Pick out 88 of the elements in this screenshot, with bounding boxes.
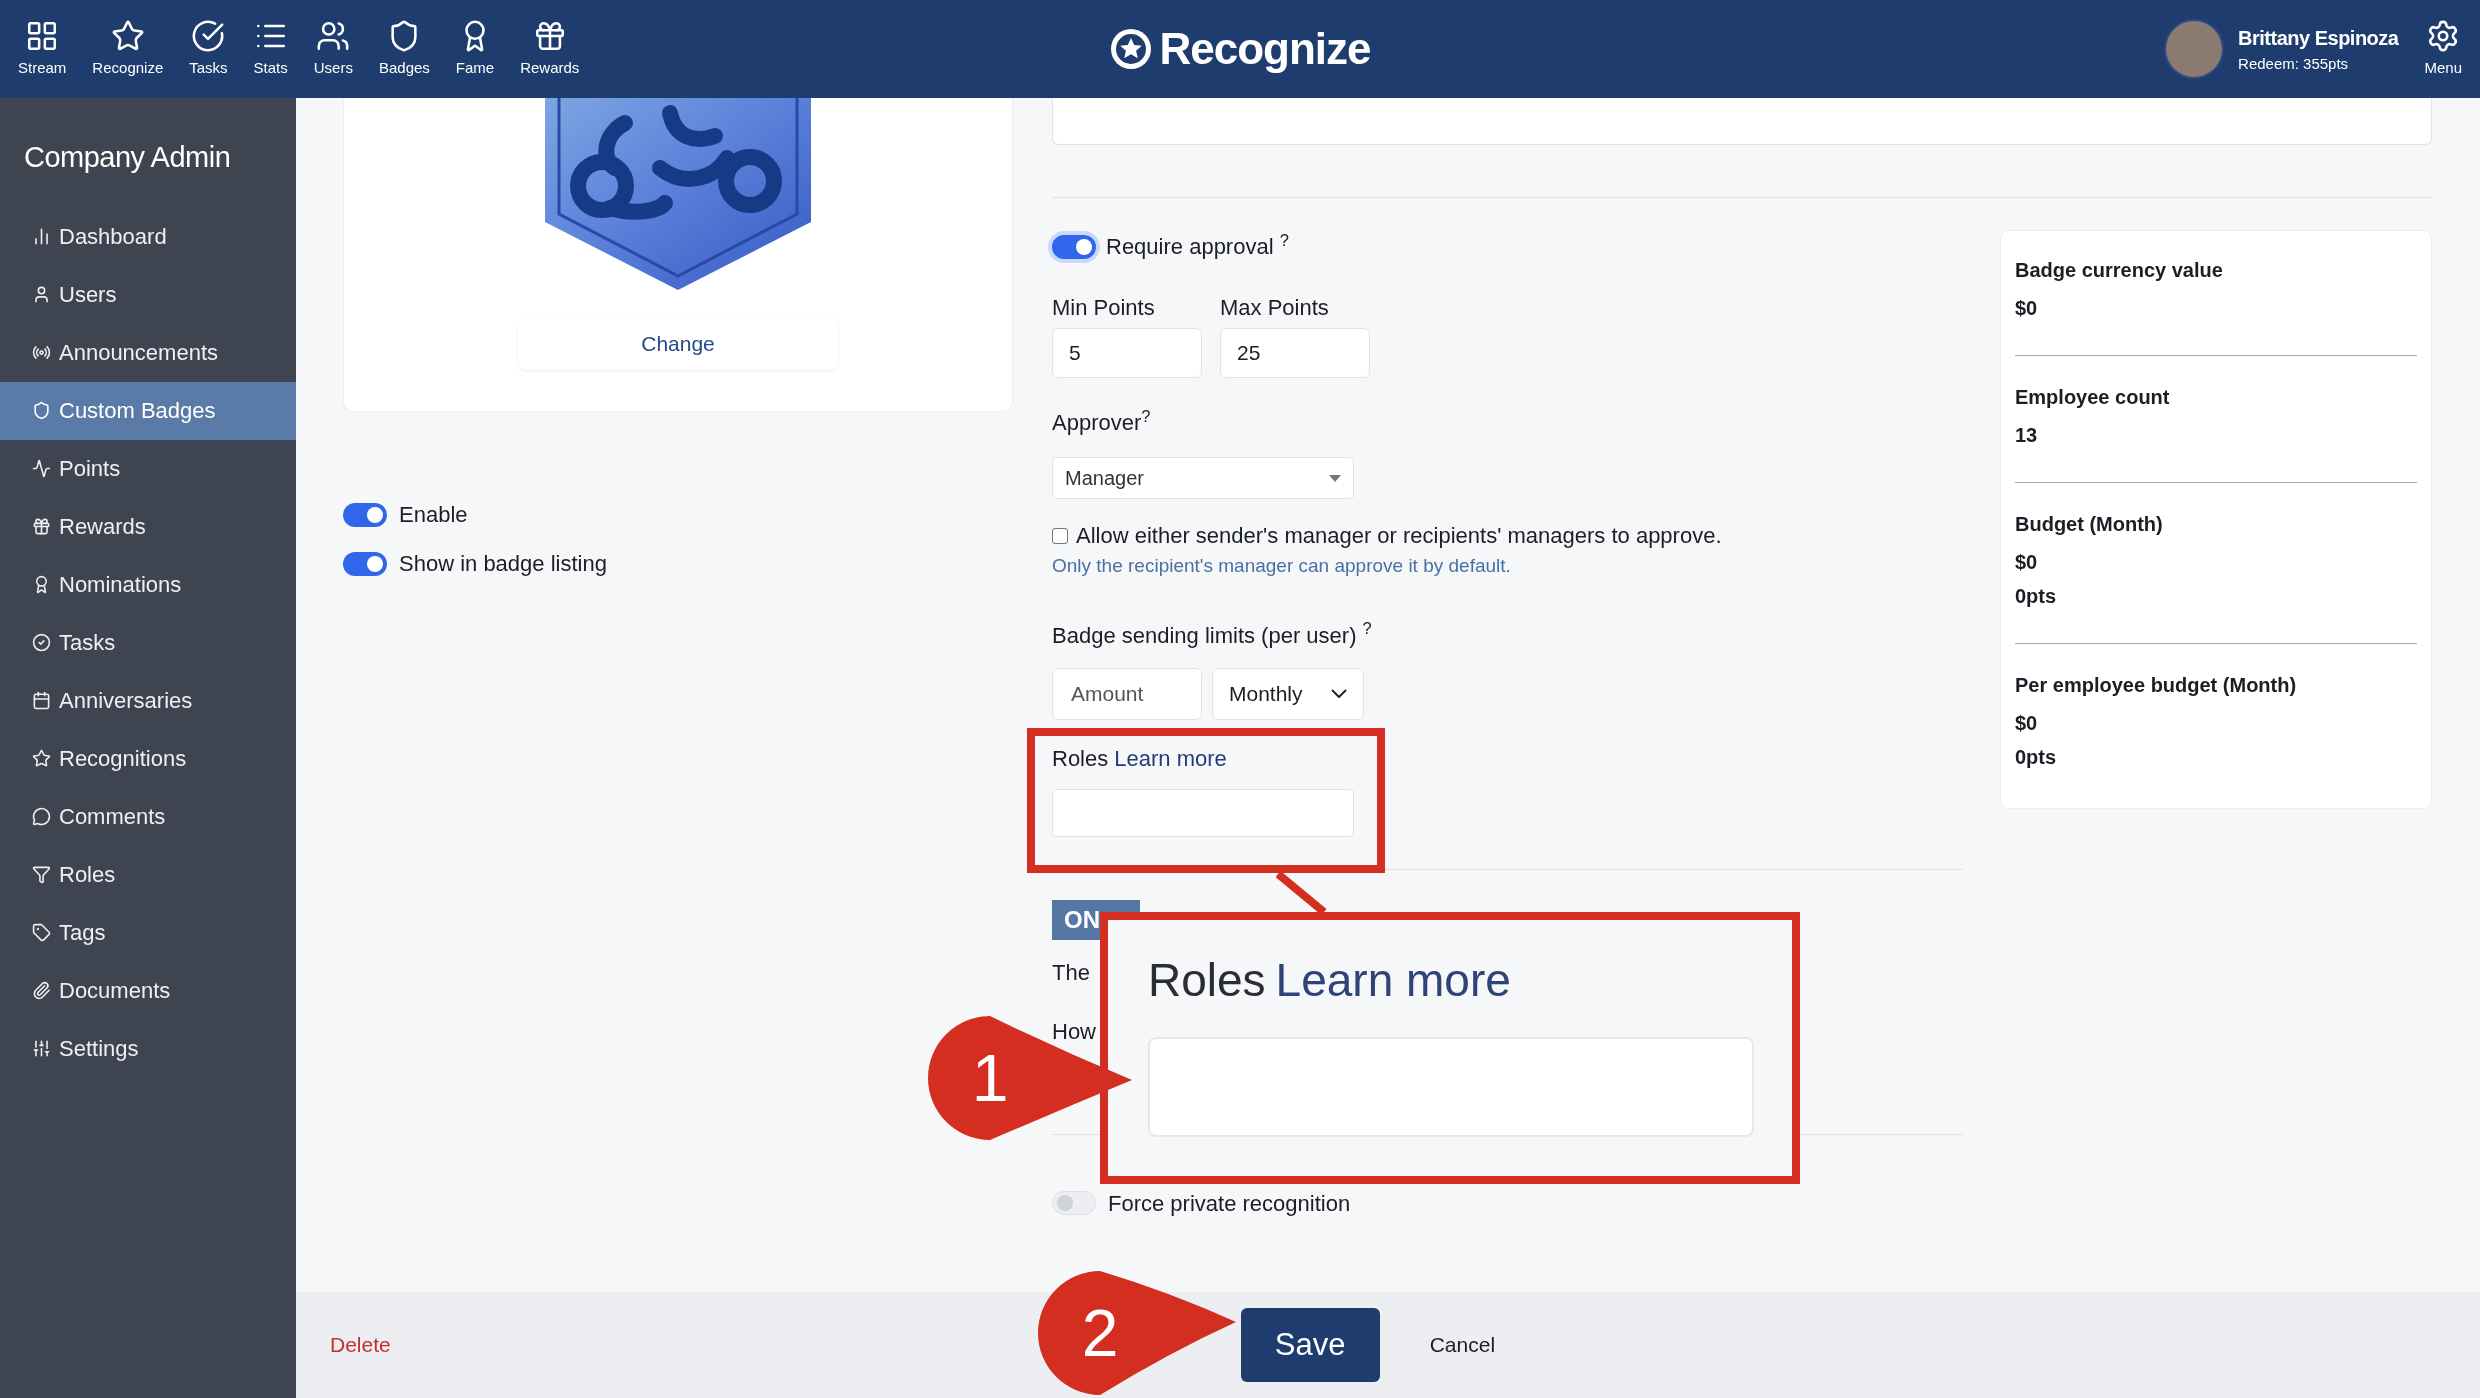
- toggle-switch[interactable]: [343, 551, 387, 576]
- panel-value: $0: [2015, 297, 2039, 319]
- filter-icon: [32, 865, 51, 884]
- roles-field[interactable]: [1052, 788, 1354, 837]
- toggle-label: Force private recognition: [1108, 1189, 1351, 1218]
- nav-item[interactable]: Rewards: [516, 18, 584, 80]
- nav-item[interactable]: Stream: [14, 18, 71, 80]
- menu-button[interactable]: Menu: [2424, 18, 2462, 80]
- toggle-switch[interactable]: [1052, 1191, 1096, 1215]
- max-points-field[interactable]: 25: [1220, 328, 1370, 378]
- star-icon: [32, 749, 51, 768]
- nav-item[interactable]: Stats: [249, 18, 292, 80]
- bar-chart-icon: [32, 227, 51, 246]
- check-circle-icon: [191, 18, 226, 53]
- sidebar-item[interactable]: Anniversaries: [0, 671, 296, 730]
- user-icon: [32, 285, 51, 304]
- nav-item[interactable]: Fame: [451, 18, 499, 80]
- chevron-down-icon: [1331, 689, 1347, 698]
- callout-number: 2: [1080, 1295, 1120, 1372]
- nav-item[interactable]: Badges: [374, 18, 434, 80]
- pulse-icon: [32, 459, 51, 478]
- check-circle-icon: [32, 633, 51, 652]
- toggle-switch[interactable]: [343, 502, 387, 527]
- toggle-label: Show in badge listing: [399, 550, 607, 578]
- panel-value: 0pts: [2015, 746, 2058, 768]
- tag-icon: [32, 923, 51, 942]
- description-text: How: [1052, 1017, 1096, 1046]
- panel-value: 0pts: [2015, 585, 2058, 607]
- sidebar-item[interactable]: Tasks: [0, 613, 296, 672]
- description-text: The: [1052, 958, 1090, 987]
- toggle-label: Enable: [399, 501, 468, 529]
- panel-value: $0: [2015, 551, 2039, 573]
- approver-label: Approver$^{?}$: [1052, 406, 1152, 437]
- calendar-icon: [32, 691, 51, 710]
- panel-value: 13: [2015, 424, 2039, 446]
- sidebar-item[interactable]: Nominations: [0, 555, 296, 614]
- sidebar-item[interactable]: Custom Badges: [0, 381, 296, 440]
- points-balance: Redeem: 355pts: [2238, 53, 2350, 74]
- shield-icon: [32, 401, 51, 420]
- panel-title: Employee count: [2015, 385, 2171, 410]
- gift-icon: [32, 517, 51, 536]
- sidebar-item[interactable]: Users: [0, 265, 296, 324]
- sidebar-item[interactable]: Tags: [0, 903, 296, 962]
- star-icon: [110, 18, 145, 53]
- star-circle-logo-icon: [1109, 27, 1154, 71]
- sidebar-item[interactable]: Roles: [0, 845, 296, 904]
- sliders-icon: [32, 1039, 51, 1058]
- sidebar-title: Company Admin: [23, 140, 232, 175]
- sidebar-item[interactable]: Comments: [0, 787, 296, 846]
- min-points-field[interactable]: 5: [1052, 328, 1202, 378]
- panel-title: Badge currency value: [2015, 258, 2224, 283]
- roles-label: Roles: [1052, 744, 1109, 773]
- paperclip-icon: [32, 981, 51, 1000]
- delete-button[interactable]: Delete: [318, 1323, 403, 1367]
- panel-value: $0: [2015, 712, 2039, 734]
- approver-select[interactable]: Manager: [1052, 457, 1354, 499]
- sidebar-item[interactable]: Announcements: [0, 323, 296, 382]
- sidebar-item[interactable]: Points: [0, 439, 296, 498]
- sidebar-item[interactable]: Settings: [0, 1019, 296, 1078]
- nav-item[interactable]: Tasks: [185, 18, 232, 80]
- sidebar-item[interactable]: Recognitions: [0, 729, 296, 788]
- sidebar-item[interactable]: Documents: [0, 961, 296, 1020]
- comment-icon: [32, 807, 51, 826]
- callout-number: 1: [970, 1040, 1010, 1117]
- amount-field[interactable]: Amount: [1052, 667, 1202, 720]
- nav-item[interactable]: Users: [309, 18, 357, 80]
- field-label: Min Points: [1052, 294, 1156, 322]
- app-logo-text[interactable]: Recognize: [1159, 16, 1371, 82]
- sidebar-item[interactable]: Dashboard: [0, 207, 296, 266]
- user-name[interactable]: Brittany Espinoza: [2238, 22, 2399, 53]
- require-approval-label: Require approval $^{?}$: [1106, 230, 1289, 261]
- broadcast-icon: [32, 343, 51, 362]
- change-button[interactable]: Change: [518, 318, 838, 370]
- field-label: Max Points: [1220, 294, 1330, 322]
- save-button[interactable]: Save: [1240, 1308, 1380, 1382]
- cancel-button[interactable]: Cancel: [1415, 1323, 1510, 1367]
- period-select[interactable]: Monthly: [1212, 667, 1364, 720]
- panel-title: Per employee budget (Month): [2015, 673, 2298, 698]
- checkbox[interactable]: [1052, 527, 1068, 544]
- nav-item[interactable]: Recognize: [88, 18, 168, 80]
- sending-limits-label: Badge sending limits (per user) $^{?}$: [1052, 618, 1373, 650]
- panel-title: Budget (Month): [2015, 512, 2164, 537]
- sidebar-item[interactable]: Rewards: [0, 497, 296, 556]
- checkbox-label: Allow either sender's manager or recipients' managers to approve.: [1076, 522, 1722, 550]
- help-text: Only the recipient's manager can approve it by default.: [1052, 554, 1512, 578]
- learn-more-link[interactable]: Learn more: [1114, 741, 1227, 775]
- dropdown-triangle-icon: [1329, 474, 1341, 482]
- roles-label: Roles: [1148, 953, 1266, 1008]
